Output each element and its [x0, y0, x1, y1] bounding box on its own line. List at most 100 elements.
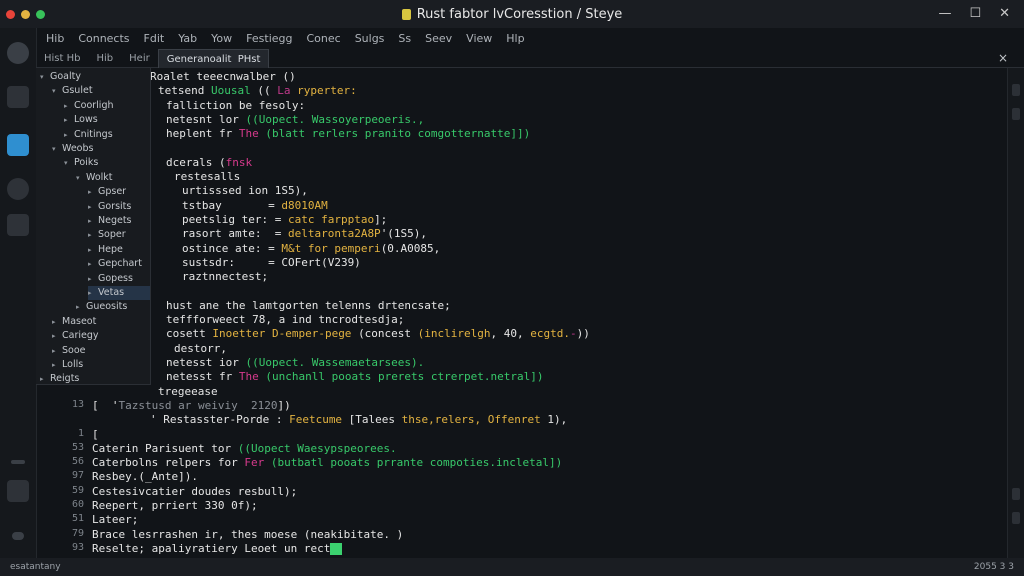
code-line[interactable]: heplent fr The (blatt rerlers pranito co… [166, 127, 530, 141]
chevron-right-icon[interactable]: ▸ [52, 329, 62, 343]
code-line[interactable]: raztnnectest; [182, 270, 268, 284]
code-line[interactable]: dcerals (fnsk [166, 156, 252, 170]
collapse-icon[interactable] [11, 460, 25, 464]
menu-item[interactable]: Connects [78, 32, 129, 45]
editor-tab[interactable]: Hist Hb [36, 50, 88, 68]
tree-item[interactable]: ▾ Gsulet [52, 84, 150, 98]
tree-item[interactable]: ▸ Lows [64, 113, 150, 127]
menu-item[interactable]: Ss [398, 32, 411, 45]
panel-icon[interactable] [1012, 488, 1020, 500]
chevron-right-icon[interactable]: ▸ [88, 200, 98, 214]
chevron-down-icon[interactable]: ▾ [52, 84, 62, 98]
tree-item[interactable]: ▸ Gpser [88, 185, 150, 199]
code-line[interactable]: rasort amte: = deltaronta2A8P'(1S5), [182, 227, 427, 241]
chevron-right-icon[interactable]: ▸ [52, 315, 62, 329]
minimize-icon[interactable]: — [938, 6, 951, 21]
code-line[interactable]: Caterbolns relpers for Fer (butbatl pooa… [92, 456, 562, 470]
chevron-right-icon[interactable]: ▸ [76, 300, 86, 314]
settings-icon[interactable] [7, 480, 29, 502]
menu-item[interactable]: Yab [178, 32, 197, 45]
menu-item[interactable]: Hib [46, 32, 64, 45]
extensions-icon[interactable] [7, 134, 29, 156]
tree-item[interactable]: ▾ Weobs [52, 142, 150, 156]
tree-item[interactable]: ▸ Gorsits [88, 200, 150, 214]
code-line[interactable]: teffforweect 78, a ind tncrodtesdja; [166, 313, 404, 327]
chevron-down-icon[interactable]: ▾ [64, 156, 74, 170]
code-line[interactable]: tregeease [158, 385, 218, 399]
tree-item[interactable]: ▸ Lolls [52, 358, 150, 372]
tree-item[interactable]: ▸ Cnitings [64, 128, 150, 142]
code-line[interactable]: Roalet teeecnwalber () [150, 70, 296, 84]
code-line[interactable]: destorr, [174, 342, 227, 356]
code-editor[interactable]: Roalet teeecnwalber () tetsend Uousal (( … [36, 68, 1008, 558]
tree-item[interactable]: ▸ Reigts [40, 372, 150, 384]
menu-item[interactable]: Yow [211, 32, 232, 45]
menu-item[interactable]: Conec [306, 32, 340, 45]
code-line[interactable]: Reepert, prriert 330 0f); [92, 499, 258, 513]
panel-icon[interactable] [1012, 108, 1020, 120]
chevron-right-icon[interactable]: ▸ [88, 272, 98, 286]
menu-item[interactable]: Sulgs [355, 32, 385, 45]
chevron-down-icon[interactable]: ▾ [52, 142, 62, 156]
panel-icon[interactable] [1012, 512, 1020, 524]
code-line[interactable]: urtisssed ion 1S5), [182, 184, 308, 198]
code-line[interactable]: cosett Inoetter D-emper-pege (concest (i… [166, 327, 590, 341]
menu-item[interactable]: Seev [425, 32, 452, 45]
tree-item[interactable]: ▸ Gepchart [88, 257, 150, 271]
chevron-right-icon[interactable]: ▸ [64, 113, 74, 127]
panel-icon[interactable] [1012, 84, 1020, 96]
chevron-down-icon[interactable]: ▾ [76, 171, 86, 185]
editor-tab[interactable]: Heir [121, 50, 158, 68]
chevron-right-icon[interactable]: ▸ [88, 243, 98, 257]
chevron-right-icon[interactable]: ▸ [88, 257, 98, 271]
code-line[interactable]: [ [92, 428, 99, 442]
tree-item[interactable]: ▾ Wolkt [76, 171, 150, 185]
close-icon[interactable]: ✕ [999, 6, 1010, 21]
code-line[interactable]: tetsend Uousal (( La ryperter: [158, 84, 357, 98]
tree-item[interactable]: ▸ Negets [88, 214, 150, 228]
close-tab-icon[interactable]: × [998, 51, 1008, 65]
code-line[interactable]: hust ane the lamtgorten telenns drtencsa… [166, 299, 451, 313]
close-window-dot[interactable] [6, 9, 15, 19]
code-line[interactable]: Resbey.(_Ante]). [92, 470, 198, 484]
code-line[interactable]: netesst ior ((Uopect. Wassemaetarsees). [166, 356, 424, 370]
chevron-right-icon[interactable]: ▸ [88, 185, 98, 199]
code-line[interactable]: tstbay = d8010AM [182, 199, 328, 213]
menu-item[interactable]: Festiegg [246, 32, 292, 45]
tree-item[interactable]: ▸ Sooe [52, 344, 150, 358]
up-arrow-icon[interactable] [12, 532, 24, 540]
chevron-right-icon[interactable]: ▸ [88, 228, 98, 242]
chevron-right-icon[interactable]: ▸ [64, 99, 74, 113]
menu-item[interactable]: View [466, 32, 492, 45]
tree-item[interactable]: ▸ Hepe [88, 243, 150, 257]
code-line[interactable]: Brace lesrrashen ir, thes moese (neakibi… [92, 528, 403, 542]
tree-item[interactable]: ▸ Vetas [88, 286, 150, 300]
tree-item[interactable]: ▾ Poiks [64, 156, 150, 170]
chevron-right-icon[interactable]: ▸ [88, 286, 98, 300]
tree-item[interactable]: ▸ Gopess [88, 272, 150, 286]
tree-item[interactable]: ▸ Cariegy [52, 329, 150, 343]
editor-tab[interactable]: Hib [88, 50, 121, 68]
chevron-right-icon[interactable]: ▸ [52, 358, 62, 372]
tree-item[interactable]: ▸ Soper [88, 228, 150, 242]
debug-icon[interactable] [7, 178, 29, 200]
code-line[interactable]: [ 'Tazstusd ar weiviy 2120]) [92, 399, 291, 413]
chevron-right-icon[interactable]: ▸ [88, 214, 98, 228]
minimize-window-dot[interactable] [21, 9, 30, 19]
code-line[interactable]: netesst fr The (unchanll pooats prerets … [166, 370, 544, 384]
lock-icon[interactable] [7, 214, 29, 236]
code-line[interactable]: falliction be fesoly: [166, 99, 305, 113]
code-line[interactable]: restesalls [174, 170, 240, 184]
chevron-right-icon[interactable]: ▸ [40, 372, 50, 384]
tree-item[interactable]: ▾ Goalty [40, 70, 150, 84]
code-line[interactable]: ' Restasster-Porde : Feetcume [Talees th… [150, 413, 567, 427]
code-line[interactable]: Cestesivcatier doudes resbull); [92, 485, 297, 499]
chevron-right-icon[interactable]: ▸ [64, 128, 74, 142]
tree-item[interactable]: ▸ Gueosits [76, 300, 150, 314]
account-icon[interactable] [7, 42, 29, 64]
maximize-window-dot[interactable] [36, 9, 45, 19]
explorer-icon[interactable] [7, 86, 29, 108]
tree-item[interactable]: ▸ Coorligh [64, 99, 150, 113]
code-line[interactable]: netesnt lor ((Uopect. Wassoyerpeoeris., [166, 113, 424, 127]
code-line[interactable]: ostince ate: = M&t for pemperi(0.A0085, [182, 242, 440, 256]
